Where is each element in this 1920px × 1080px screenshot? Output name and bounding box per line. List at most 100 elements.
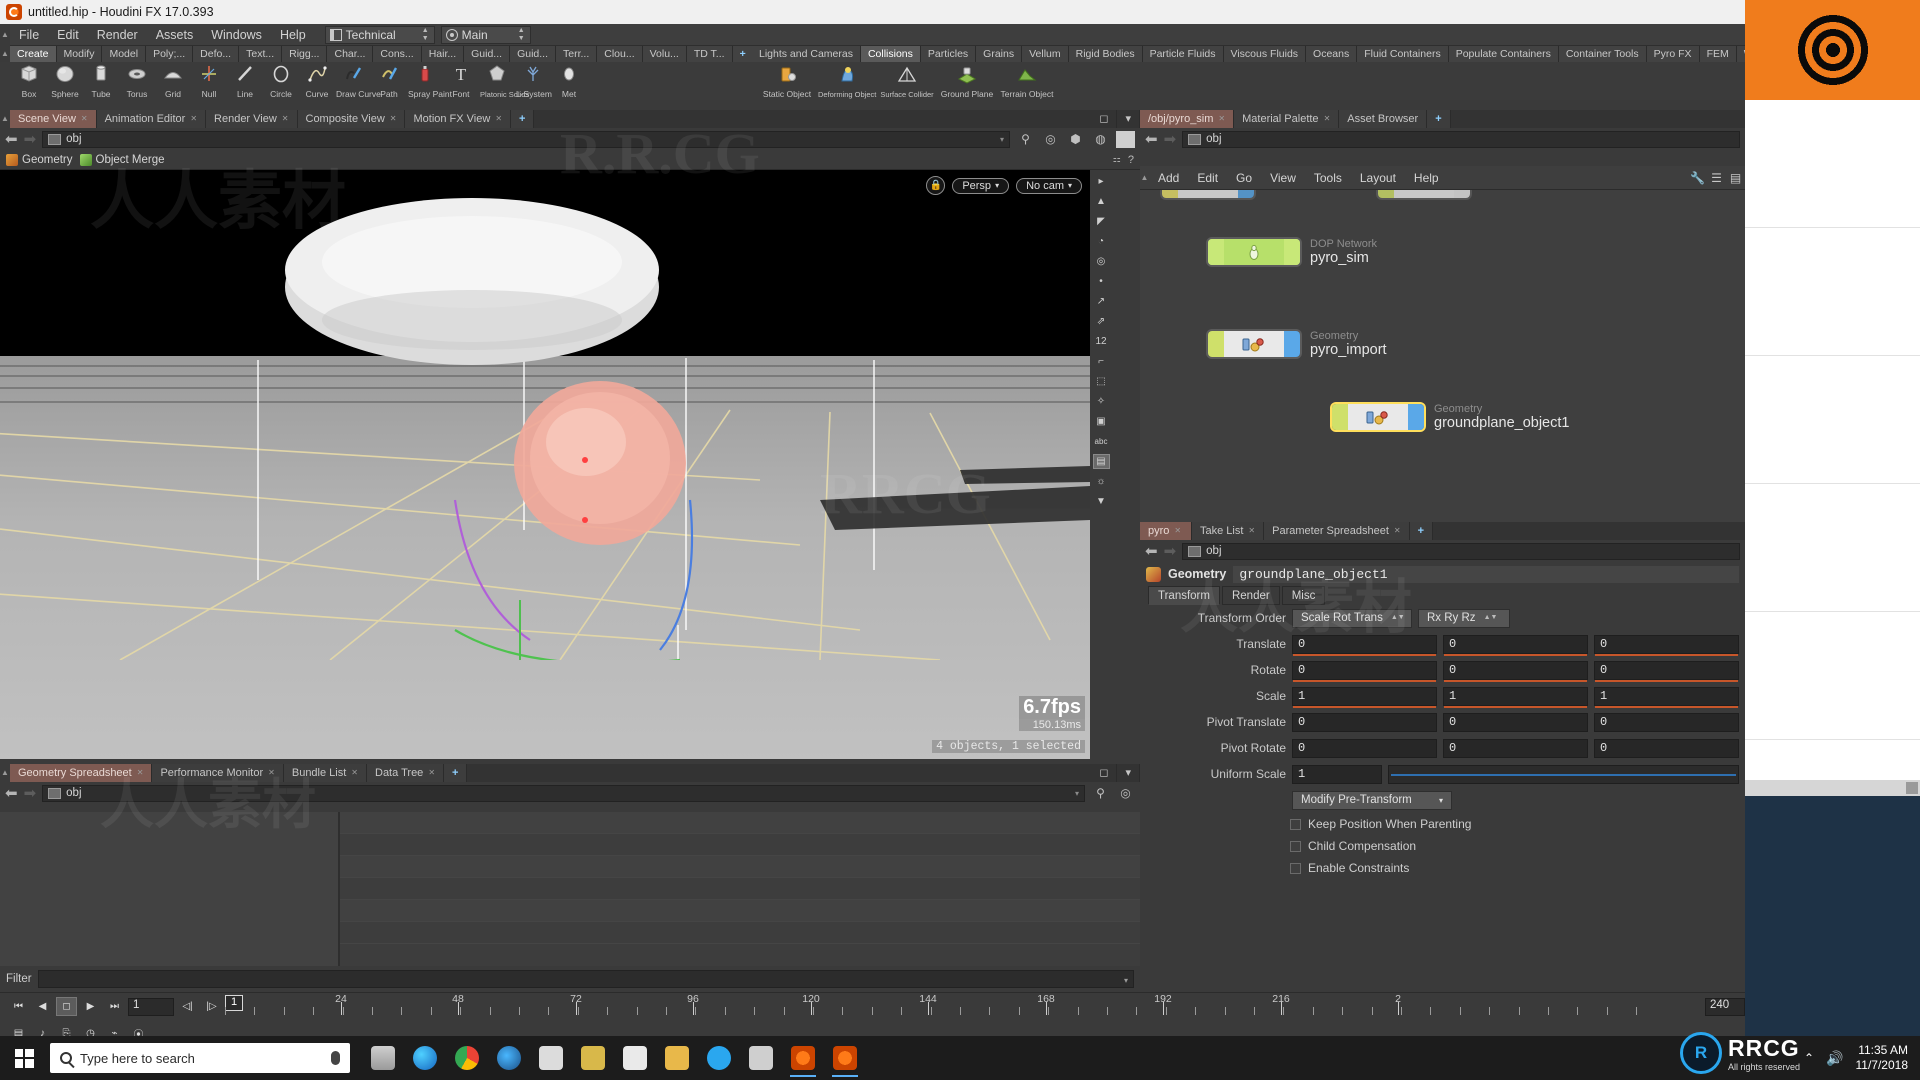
shelf-add-tab-button[interactable]: +	[733, 46, 754, 62]
close-icon[interactable]: ✕	[428, 764, 435, 782]
scene-viewport[interactable]: 🔒 Persp ▾ No cam ▾ 6.7fps 150.13ms 4 obj…	[0, 170, 1090, 759]
translate-x-input[interactable]: 0	[1292, 635, 1437, 654]
display-options-panel-icon[interactable]: ▤	[1093, 454, 1110, 469]
camera-target-icon[interactable]: ◎	[1041, 131, 1060, 148]
node-box[interactable]	[1208, 331, 1300, 357]
search-input[interactable]: Type here to search	[50, 1043, 350, 1073]
background-image-icon[interactable]: ▣	[1093, 414, 1110, 429]
node-box[interactable]	[1332, 404, 1424, 430]
lock-icon[interactable]: 🔒	[926, 176, 945, 195]
close-icon[interactable]: ✕	[268, 764, 275, 782]
pane-grip-handle[interactable]: ▲	[0, 764, 10, 782]
stop-button[interactable]: ◻	[56, 997, 77, 1016]
view-up-icon[interactable]: ▲	[1093, 194, 1110, 209]
expand-panel-icon[interactable]: ▸	[1093, 174, 1110, 189]
volume-icon[interactable]: 🔊	[1826, 1050, 1843, 1067]
camera-dropdown[interactable]: No cam ▾	[1016, 178, 1082, 194]
checkbox-icon[interactable]	[1290, 863, 1301, 874]
viewlayout-selector[interactable]: Main ▲▼	[441, 26, 531, 44]
network-grip-handle[interactable]: ▲	[1140, 173, 1149, 182]
uniform-scale-input[interactable]: 1	[1292, 765, 1382, 784]
spinner-icon[interactable]: ▲▼	[1391, 614, 1400, 622]
wireframe-icon[interactable]: ◎	[1093, 254, 1110, 269]
back-arrow-icon[interactable]: ⬅	[5, 784, 18, 802]
shelf-tool-draw-curve[interactable]: Draw Curve	[336, 62, 370, 100]
shelf-tab-character[interactable]: Char...	[327, 46, 373, 62]
shelf-tool-metaball[interactable]: Met	[552, 62, 586, 100]
close-icon[interactable]: ✕	[390, 110, 397, 128]
pane-menu-icon[interactable]: ▾	[1117, 764, 1140, 782]
chevron-down-icon[interactable]: ▾	[1000, 135, 1004, 144]
forward-arrow-icon[interactable]: ➡	[24, 130, 37, 148]
key-prev-button[interactable]: ◁|	[177, 997, 198, 1016]
close-icon[interactable]: ✕	[190, 110, 197, 128]
firefox-icon[interactable]	[490, 1038, 528, 1078]
close-icon[interactable]: ✕	[1248, 522, 1255, 540]
shelf-tab-fluid-containers[interactable]: Fluid Containers	[1357, 46, 1448, 62]
close-icon[interactable]: ✕	[137, 764, 144, 782]
shelf-tab-hair[interactable]: Hair...	[422, 46, 464, 62]
close-icon[interactable]: ✕	[495, 110, 502, 128]
forward-arrow-icon[interactable]: ➡	[1164, 542, 1177, 560]
close-icon[interactable]: ✕	[282, 110, 289, 128]
shelf-tab-polygon[interactable]: Poly;...	[146, 46, 193, 62]
houdini-icon-2[interactable]	[826, 1038, 864, 1078]
spreadsheet-body[interactable]	[0, 812, 1140, 966]
shelf-tab-grains[interactable]: Grains	[976, 46, 1022, 62]
tab-material-palette[interactable]: Material Palette✕	[1234, 110, 1339, 128]
shelf-tool-lsystem[interactable]: L-System	[516, 62, 550, 100]
scroll-down-icon[interactable]: ▼	[1093, 494, 1110, 509]
menu-help[interactable]: Help	[271, 24, 315, 46]
shelf-tool-static-object[interactable]: Static Object	[758, 62, 816, 100]
menu-assets[interactable]: Assets	[147, 24, 203, 46]
shelf-tool-sphere[interactable]: Sphere	[48, 62, 82, 100]
shelf-tab-rigging[interactable]: Rigg...	[282, 46, 327, 62]
tab-take-list[interactable]: Take List✕	[1192, 522, 1264, 540]
scale-z-input[interactable]: 1	[1594, 687, 1739, 706]
shelf-tab-tdtools[interactable]: TD T...	[687, 46, 733, 62]
table-row[interactable]	[340, 922, 1140, 944]
network-canvas[interactable]: DOP Network pyro_sim	[1140, 190, 1745, 522]
network-menu-add[interactable]: Add	[1149, 166, 1188, 190]
network-menu-layout[interactable]: Layout	[1351, 166, 1405, 190]
pivot-translate-y-input[interactable]: 0	[1443, 713, 1588, 732]
tab-performance-monitor[interactable]: Performance Monitor✕	[152, 764, 283, 782]
node-name-field[interactable]: groundplane_object1	[1233, 566, 1739, 583]
network-menu-view[interactable]: View	[1261, 166, 1305, 190]
menu-edit[interactable]: Edit	[48, 24, 88, 46]
close-icon[interactable]: ✕	[1324, 110, 1331, 128]
shelf-tool-surface-collider[interactable]: Surface Collider	[878, 62, 936, 100]
parameter-add-tab-button[interactable]: +	[1410, 522, 1433, 540]
list-item[interactable]	[1745, 612, 1920, 740]
display-shaded-icon[interactable]: ◤	[1093, 214, 1110, 229]
param-checkbox-keep-position[interactable]: Keep Position When Parenting	[1140, 813, 1745, 835]
tab-obj-pyro-sim[interactable]: /obj/pyro_sim✕	[1140, 110, 1234, 128]
tab-asset-browser[interactable]: Asset Browser	[1339, 110, 1427, 128]
tab-motion-fx-view[interactable]: Motion FX View✕	[405, 110, 511, 128]
network-menu-help[interactable]: Help	[1405, 166, 1448, 190]
shelf-tool-circle[interactable]: Circle	[264, 62, 298, 100]
shelf-tool-spray-paint[interactable]: Spray Paint	[408, 62, 442, 100]
close-icon[interactable]: ✕	[81, 110, 88, 128]
back-arrow-icon[interactable]: ⬅	[5, 130, 18, 148]
folder-icon[interactable]	[658, 1038, 696, 1078]
spreadsheet-attribute-column[interactable]	[0, 812, 340, 966]
checkbox-icon[interactable]	[1290, 819, 1301, 830]
shelf-tab-particle-fluids[interactable]: Particle Fluids	[1143, 46, 1224, 62]
numbers-icon[interactable]: 12	[1093, 334, 1110, 349]
origin-icon[interactable]: ⌐	[1093, 354, 1110, 369]
shelf-tool-torus[interactable]: Torus	[120, 62, 154, 100]
display-options-icon[interactable]: ◍	[1091, 131, 1110, 148]
tab-pyro[interactable]: pyro✕	[1140, 522, 1192, 540]
shelf-tool-tube[interactable]: Tube	[84, 62, 118, 100]
houdini-icon[interactable]	[784, 1038, 822, 1078]
tab-parameter-spreadsheet[interactable]: Parameter Spreadsheet✕	[1264, 522, 1410, 540]
pin-icon[interactable]: ⚲	[1016, 131, 1035, 148]
node-partial-top-right[interactable]	[1378, 190, 1470, 198]
shelf-tool-curve[interactable]: Curve	[300, 62, 334, 100]
normals-icon[interactable]: ↗	[1093, 294, 1110, 309]
shelf-tab-deform[interactable]: Defo...	[193, 46, 239, 62]
desktop-spinner-icon[interactable]: ▲▼	[421, 27, 430, 43]
shelf-tab-constraints[interactable]: Cons...	[373, 46, 421, 62]
shelf-tab-rigid-bodies[interactable]: Rigid Bodies	[1069, 46, 1143, 62]
